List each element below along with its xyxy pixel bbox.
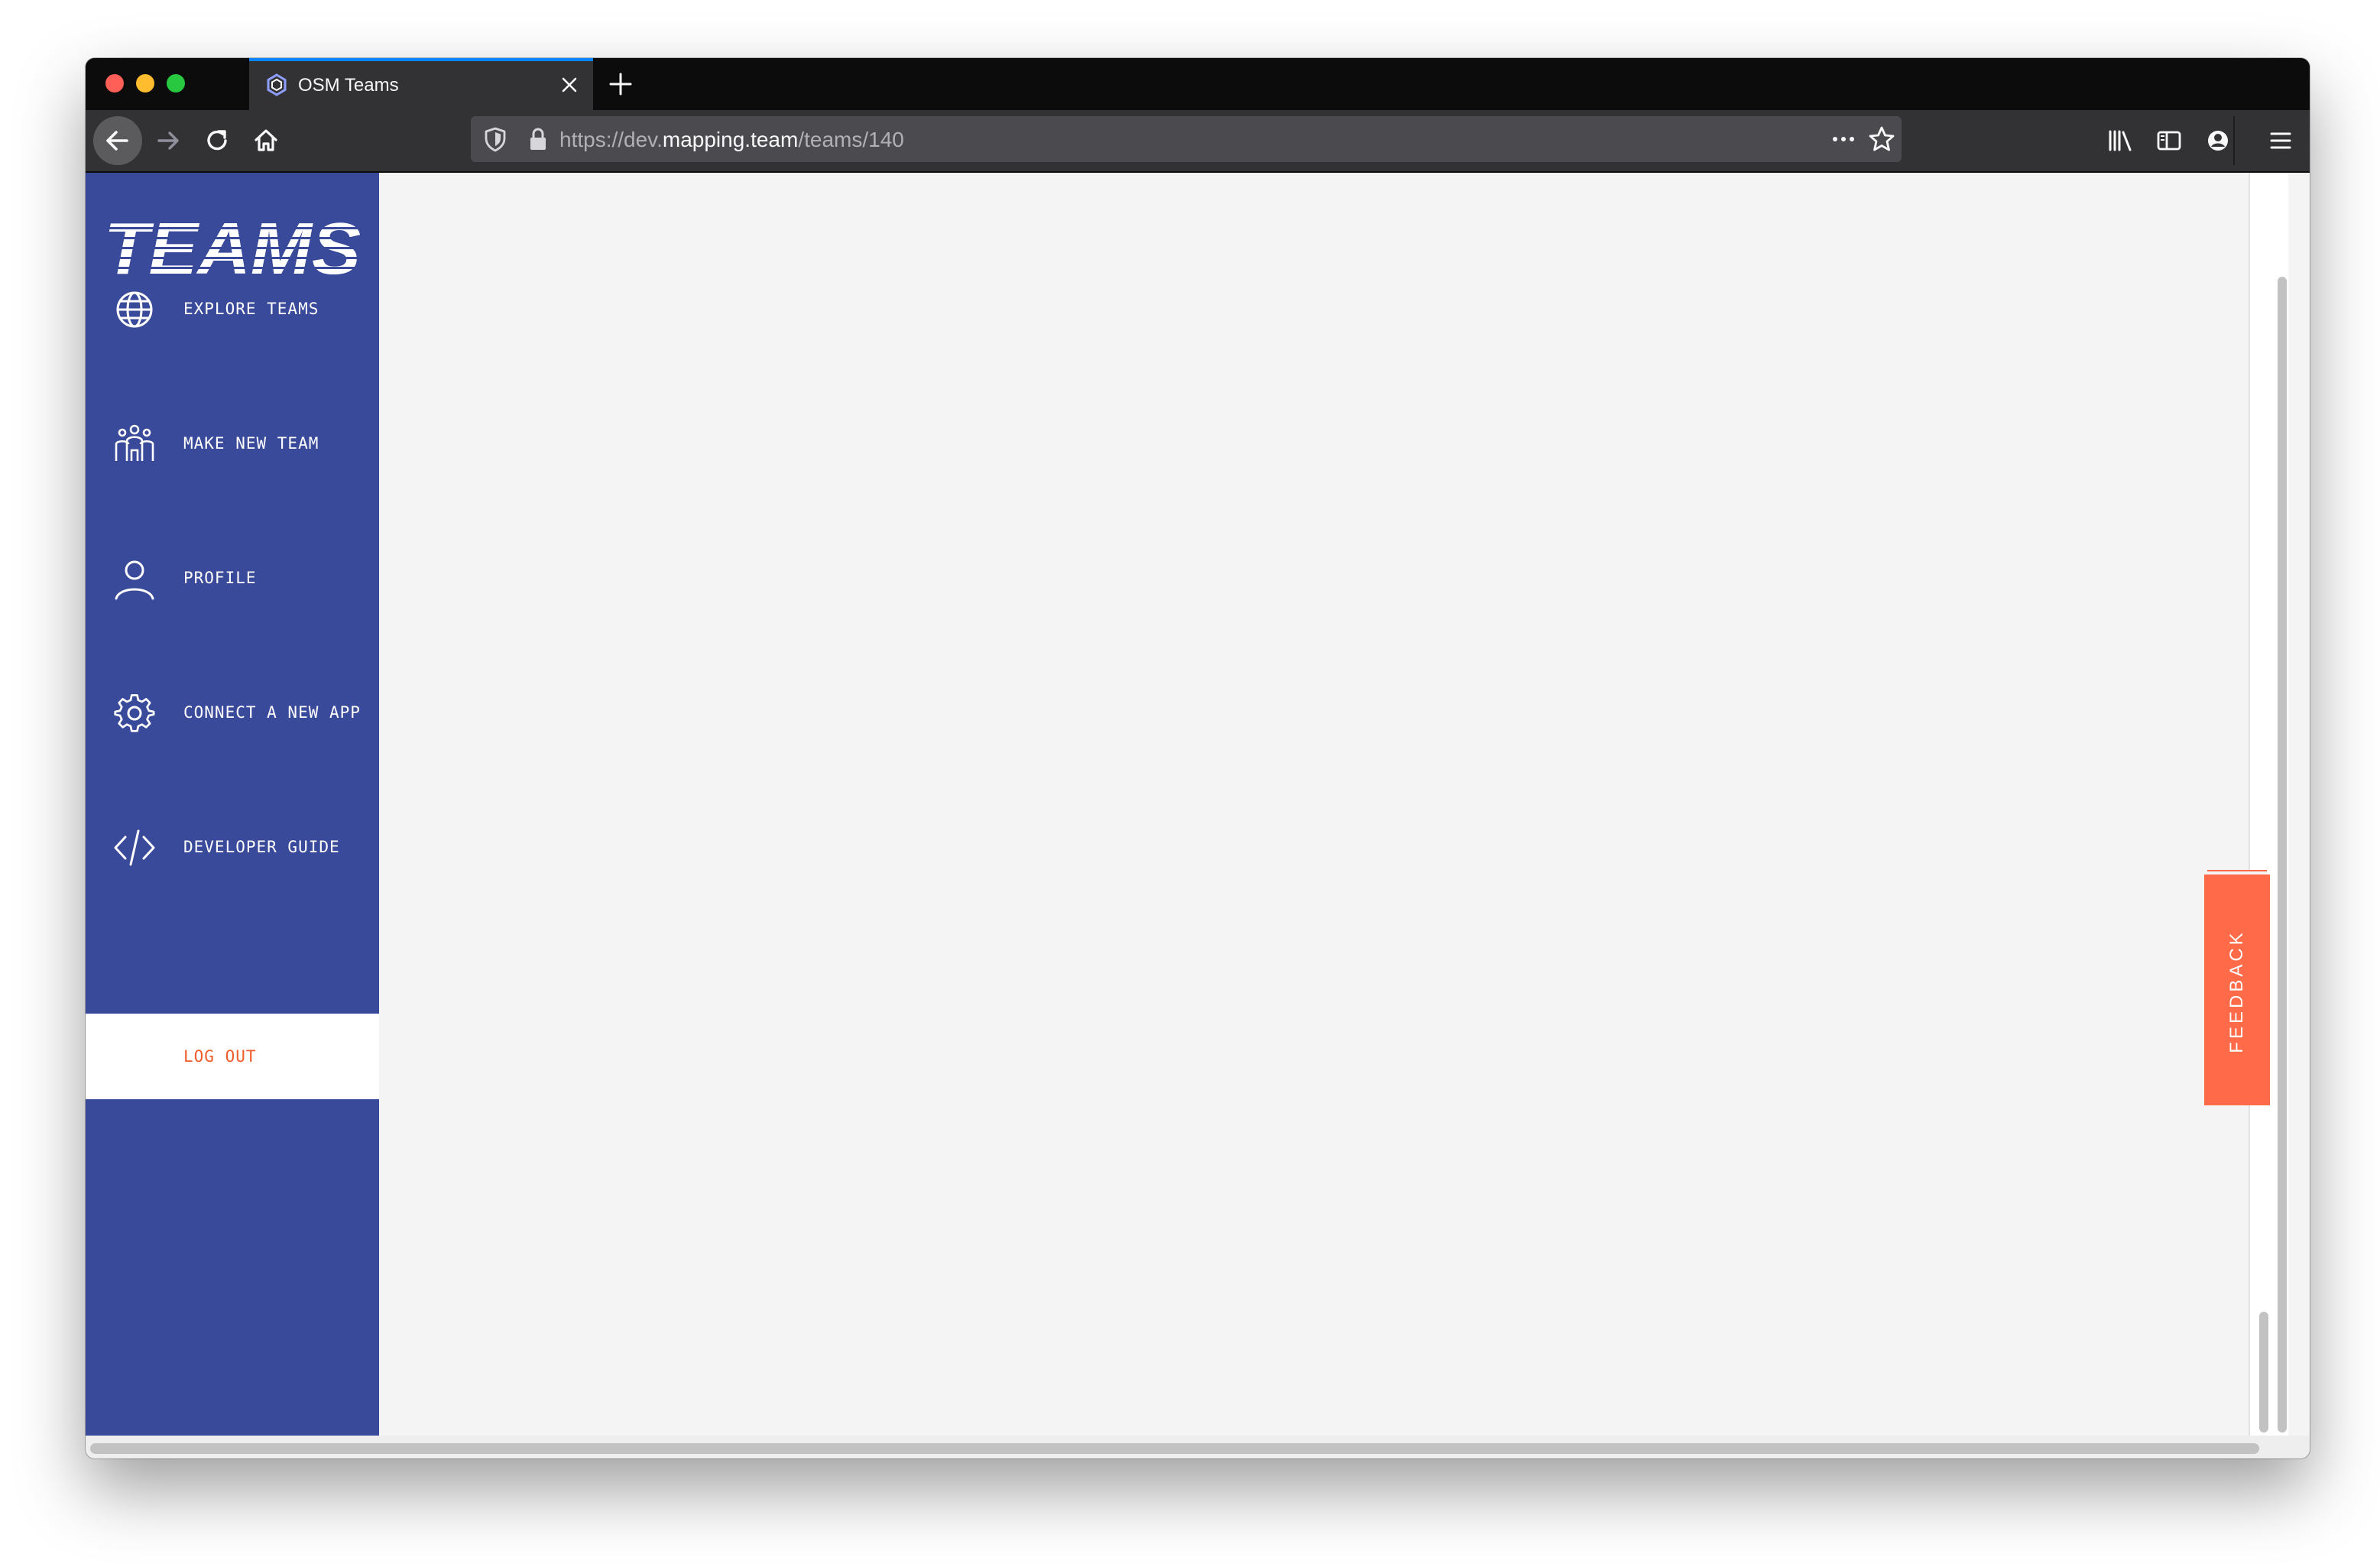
page-actions-icon[interactable] <box>1828 124 1859 154</box>
feedback-label: FEEDBACK <box>2226 930 2247 1053</box>
account-icon[interactable] <box>2203 125 2233 156</box>
nav-label-profile: PROFILE <box>183 569 257 587</box>
sidebar-toggle-icon[interactable] <box>2154 125 2184 156</box>
page-content: TEAMS EXPLORE TEAMS MAKE NEW TEAM PROFIL… <box>86 173 2310 1459</box>
nav-label-connect-new-app: CONNECT A NEW APP <box>183 703 361 722</box>
code-icon <box>114 829 155 866</box>
nav-connect-new-app[interactable]: CONNECT A NEW APP <box>86 670 379 754</box>
reload-icon[interactable] <box>202 125 232 156</box>
library-icon[interactable] <box>2105 125 2135 156</box>
nav-explore-teams[interactable]: EXPLORE TEAMS <box>86 266 379 350</box>
url-prefix: https://dev. <box>559 128 663 151</box>
gear-icon <box>114 694 155 732</box>
tab-osm-teams[interactable]: OSM Teams <box>249 58 593 110</box>
url-domain: mapping.team <box>662 128 799 151</box>
tab-strip: OSM Teams <box>86 58 2310 110</box>
globe-icon <box>116 291 153 328</box>
toolbar-divider <box>2233 116 2235 165</box>
url-path: /teams/140 <box>798 128 904 151</box>
back-arrow-icon <box>106 131 128 151</box>
user-icon <box>115 560 154 600</box>
new-tab-icon[interactable] <box>605 69 636 99</box>
people-icon <box>115 424 154 461</box>
inner-vertical-scrollbar[interactable] <box>2259 1312 2268 1433</box>
sidebar: TEAMS EXPLORE TEAMS MAKE NEW TEAM PROFIL… <box>86 173 379 1436</box>
forward-arrow-icon[interactable] <box>153 125 183 156</box>
nav-developer-guide[interactable]: DEVELOPER GUIDE <box>86 804 379 888</box>
hexagon-favicon-icon <box>267 73 287 96</box>
horizontal-scrollbar[interactable] <box>90 1443 2259 1454</box>
tracking-shield-icon[interactable] <box>480 124 511 154</box>
browser-window: OSM Teams https://dev.mapping.team/teams… <box>86 58 2310 1459</box>
navigation-toolbar: https://dev.mapping.team/teams/140 <box>86 110 2310 173</box>
nav-label-explore-teams: EXPLORE TEAMS <box>183 300 319 318</box>
nav-make-new-team[interactable]: MAKE NEW TEAM <box>86 401 379 485</box>
home-icon[interactable] <box>251 125 281 156</box>
bookmark-star-icon[interactable] <box>1866 124 1897 154</box>
minimize-window-button[interactable] <box>136 74 154 92</box>
logout-label: LOG OUT <box>183 1047 257 1066</box>
nav-profile[interactable]: PROFILE <box>86 535 379 619</box>
main-content-area <box>379 173 2249 1436</box>
back-button[interactable] <box>93 116 142 165</box>
page-vertical-scrollbar[interactable] <box>2278 277 2287 1433</box>
nav-label-make-new-team: MAKE NEW TEAM <box>183 434 319 453</box>
lock-icon[interactable] <box>523 124 553 154</box>
zoom-window-button[interactable] <box>167 74 185 92</box>
close-tab-icon[interactable] <box>556 72 582 98</box>
url-bar[interactable]: https://dev.mapping.team/teams/140 <box>471 116 1902 162</box>
nav-label-developer-guide: DEVELOPER GUIDE <box>183 838 340 856</box>
close-window-button[interactable] <box>105 74 124 92</box>
logout-button[interactable]: LOG OUT <box>86 1014 379 1099</box>
feedback-tab[interactable]: FEEDBACK <box>2204 874 2270 1105</box>
tab-title: OSM Teams <box>298 75 399 96</box>
hamburger-menu-icon[interactable] <box>2265 125 2296 156</box>
url-text[interactable]: https://dev.mapping.team/teams/140 <box>559 128 904 152</box>
